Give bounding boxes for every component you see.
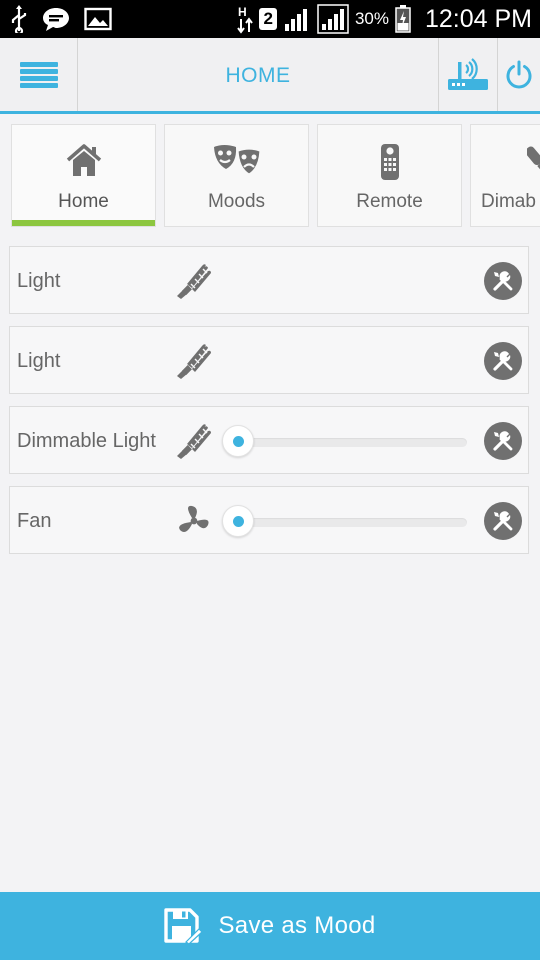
save-as-mood-button[interactable]: Save as Mood [0,892,540,960]
tab-bar: Home Moods Remote Dimab [0,124,540,228]
sim-icon: 2 [259,8,277,30]
device-settings-button[interactable] [484,342,522,380]
dimmer-slider[interactable] [222,424,467,458]
tab-dimmable[interactable]: Dimab [470,124,540,227]
hub-icon [448,57,488,90]
device-name: Dimmable Light [17,430,156,452]
tab-label: Dimab [481,191,536,212]
chat-icon [43,8,69,31]
data-transfer-icon: H [237,5,254,34]
wrench-screwdriver-icon [493,351,513,371]
power-button[interactable] [498,38,540,111]
slider-thumb[interactable] [222,505,254,537]
signal-icon [317,4,349,34]
tab-moods[interactable]: Moods [164,124,309,227]
slider-track[interactable] [236,518,467,527]
device-name: Fan [17,510,52,532]
fan-speed-slider[interactable] [222,504,467,538]
device-name: Light [17,350,61,372]
masks-icon [213,145,261,175]
remote-icon [380,144,399,180]
battery-percent: 30% [354,9,389,28]
usb-icon [11,5,27,33]
slider-thumb[interactable] [222,425,254,457]
device-row: Dimmable Light [9,406,529,474]
tab-label: Moods [207,191,266,212]
tab-home[interactable]: Home [11,124,156,227]
device-name: Light [17,270,61,292]
device-settings-button[interactable] [484,262,522,300]
cfl-bulb-icon[interactable] [174,423,214,459]
cfl-bulb-icon[interactable] [174,263,214,299]
active-tab-indicator [12,220,155,226]
tab-label: Home [58,191,109,212]
bulb-icon [527,146,540,171]
hamburger-icon [19,61,58,88]
status-bar: H 2 30% 12:04 PM [0,0,540,38]
menu-button[interactable] [0,38,78,111]
clock: 12:04 PM [424,4,532,33]
wrench-screwdriver-icon [493,431,513,451]
save-icon [164,908,203,944]
device-row: Fan [9,486,529,554]
slider-track[interactable] [236,438,467,447]
page-title: HOME [225,64,291,87]
power-icon [506,60,532,88]
fan-icon[interactable] [174,503,214,539]
save-as-mood-label: Save as Mood [218,912,376,939]
system-status-icons: H 2 30% 12:04 PM [237,0,532,38]
signal-icon [284,9,307,31]
battery-icon [395,5,411,33]
device-row: Light [9,246,529,314]
gallery-icon [84,7,112,31]
svg-text:H: H [238,5,247,19]
notification-icons [10,4,112,34]
home-icon [66,144,101,176]
device-row: Light [9,326,529,394]
device-settings-button[interactable] [484,422,522,460]
tab-label: Remote [356,191,423,212]
app-header: HOME [0,38,540,114]
hub-button[interactable] [438,38,498,111]
tab-remote[interactable]: Remote [317,124,462,227]
device-list: Light Light Dimmable Light Fan [9,246,529,566]
device-settings-button[interactable] [484,502,522,540]
wrench-screwdriver-icon [493,271,513,291]
wrench-screwdriver-icon [493,511,513,531]
cfl-bulb-icon[interactable] [174,343,214,379]
